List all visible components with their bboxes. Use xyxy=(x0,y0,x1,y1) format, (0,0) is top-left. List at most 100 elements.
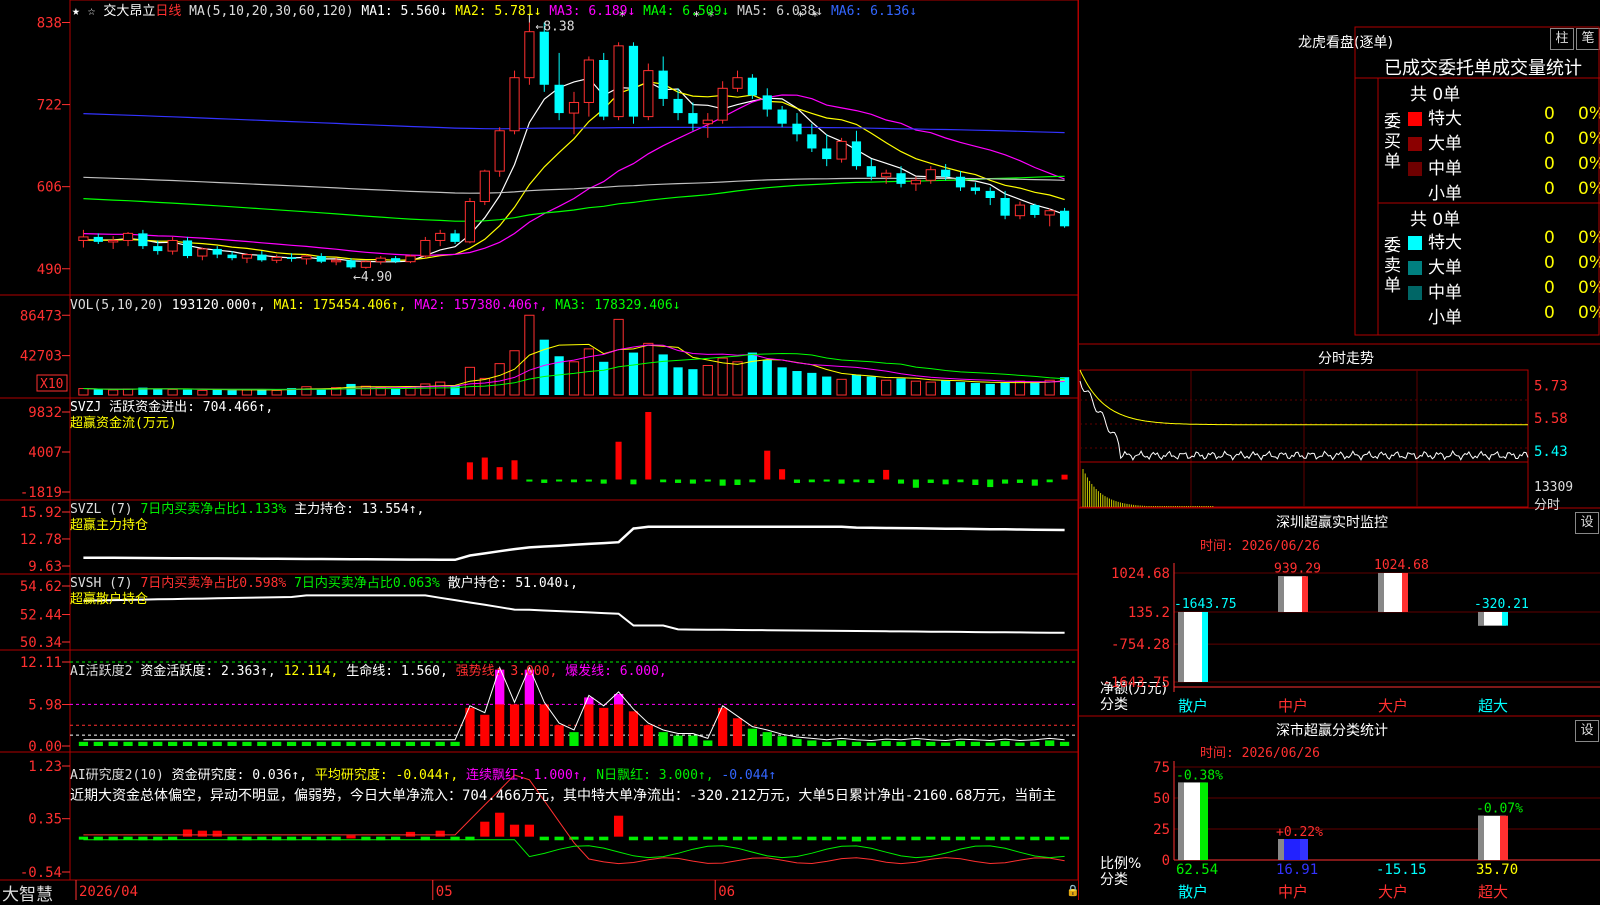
candle-down xyxy=(391,258,401,262)
kline-chart-area[interactable]: 838722606490←8.38←4.90* * * * *8647342703X… xyxy=(0,0,1078,900)
fund-flow-bar xyxy=(883,469,890,480)
ma5-value: MA5: 6.038↓ xyxy=(737,4,824,19)
activity-bar xyxy=(643,725,653,746)
research-bar xyxy=(628,836,639,841)
classify-bar-edge xyxy=(1200,782,1208,860)
research-bar xyxy=(718,836,728,841)
volume-bar xyxy=(836,378,847,396)
svzj-axis-label: -1819 xyxy=(20,485,62,501)
vol-ma1: MA1: 175454.406↑, xyxy=(273,298,407,313)
volume-bar xyxy=(539,339,549,395)
candle-up xyxy=(479,170,490,203)
price-axis-label: 490 xyxy=(37,262,62,278)
research-bar xyxy=(182,829,193,837)
candle-down xyxy=(851,141,862,167)
monitor-bar xyxy=(1478,612,1508,626)
fund-flow-bar xyxy=(1061,474,1068,480)
activity-bar xyxy=(272,741,282,746)
period-label[interactable]: 日线 xyxy=(155,4,181,19)
monitor-value-label: 1024.68 xyxy=(1374,558,1429,573)
activity-bar xyxy=(391,741,401,746)
fund-flow-bar xyxy=(749,479,756,483)
ma1-value: MA1: 5.560↓ xyxy=(361,4,448,19)
volume-bar xyxy=(747,352,757,395)
activity-bar xyxy=(168,741,178,746)
activity-bar xyxy=(153,741,163,746)
longhu-border xyxy=(1354,26,1600,336)
fund-flow-bar xyxy=(868,479,875,483)
volume-bar xyxy=(241,389,253,396)
activity-bar xyxy=(197,741,207,746)
fund-flow-bar xyxy=(823,479,830,482)
activity-bar xyxy=(554,725,564,746)
volume-bar xyxy=(599,361,609,395)
price-axis-label: 838 xyxy=(37,15,62,31)
activity-bar xyxy=(792,739,802,746)
volume-bar xyxy=(360,385,371,396)
fund-flow-bar xyxy=(570,479,578,483)
candle-down xyxy=(658,70,668,99)
candle-down xyxy=(153,246,163,252)
xaxis-label: 06 xyxy=(718,884,735,900)
volume-bar xyxy=(420,383,431,396)
research-bar xyxy=(495,812,505,837)
monitor-axis-label: -1643.75 xyxy=(1103,675,1170,691)
activity-bar xyxy=(227,741,237,746)
activity-bar xyxy=(450,741,460,746)
candle-up xyxy=(197,248,208,257)
volume-bar xyxy=(628,352,639,395)
candle-down xyxy=(227,254,237,259)
vol-title: VOL(5,10,20) xyxy=(70,298,164,313)
activity-bar xyxy=(138,741,148,746)
activity-bar xyxy=(628,711,639,746)
activity-bar xyxy=(881,741,891,746)
volume-bar xyxy=(182,389,193,395)
classify-top-label: -0.07% xyxy=(1476,802,1523,817)
activity-bar xyxy=(316,741,326,746)
ai1-part3: 生命线: 1.560, xyxy=(346,664,448,679)
monitor-category-label: 大户 xyxy=(1378,697,1408,715)
volume-bar xyxy=(153,388,163,395)
research-bar xyxy=(554,836,564,841)
activity-bar xyxy=(346,741,356,746)
volume-bar xyxy=(93,389,103,395)
brand-label: 大智慧 xyxy=(2,885,53,905)
fund-flow-bar xyxy=(987,479,994,488)
classify-category-label: 中户 xyxy=(1278,883,1308,900)
volume-bar xyxy=(822,376,832,395)
fund-flow-bar xyxy=(466,462,473,480)
volume-bar xyxy=(316,389,326,395)
activity-bar xyxy=(1015,742,1025,746)
research-bar xyxy=(599,836,609,841)
favorite-star-icon[interactable]: ★ ☆ xyxy=(72,4,95,19)
stock-name[interactable]: 交大昂立 xyxy=(103,4,155,19)
candle-down xyxy=(599,60,609,117)
research-bar xyxy=(658,836,668,840)
research-bar xyxy=(941,836,951,841)
ai2-panel-header: AI研究度2(10) 资金研究度: 0.036↑, 平均研究度: -0.044↑… xyxy=(70,766,1074,806)
fund-flow-bar xyxy=(838,479,845,484)
classify-top-label: -0.38% xyxy=(1176,768,1223,783)
volume-bar xyxy=(673,367,683,395)
svzl-subtitle: 超赢主力持仓 xyxy=(70,518,149,533)
candle-down xyxy=(138,233,148,247)
monitor-bar-shade xyxy=(1278,576,1284,612)
monitor-bar xyxy=(1278,576,1308,612)
candle-up xyxy=(122,232,134,241)
research-bar xyxy=(1000,836,1010,841)
candle-up xyxy=(405,255,416,263)
classify-top-label: +0.22% xyxy=(1276,825,1323,840)
monitor-bar-shade xyxy=(1478,612,1484,626)
activity-bar xyxy=(361,741,371,746)
ai1-part2: 12.114, xyxy=(283,664,339,679)
volume-bar xyxy=(435,381,446,396)
candle-down xyxy=(970,187,980,191)
volume-bar xyxy=(1059,377,1070,395)
classify-value-label: -15.15 xyxy=(1376,862,1427,878)
svzl-title: SVZL (7) xyxy=(70,502,133,517)
candle-up xyxy=(241,254,253,259)
ai2-part5: -0.044↑ xyxy=(721,768,777,783)
fund-flow-bar xyxy=(719,479,726,486)
volume-bar xyxy=(658,354,668,395)
svzl-part2: 主力持仓: 13.554↑, xyxy=(294,502,425,517)
